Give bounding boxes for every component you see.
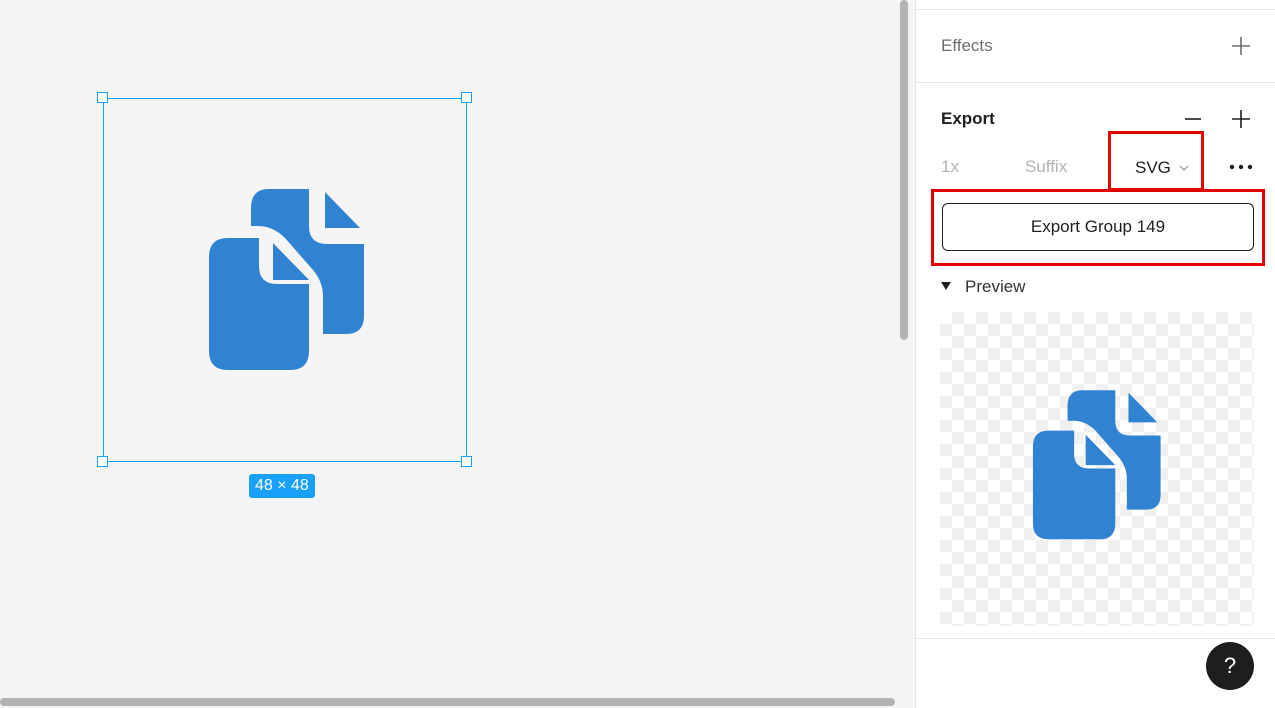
- help-button[interactable]: ?: [1206, 642, 1254, 690]
- effects-section-title: Effects: [941, 36, 993, 55]
- horizontal-scrollbar[interactable]: [0, 698, 895, 706]
- export-preview: [940, 312, 1254, 626]
- copy-document-icon: [1032, 390, 1161, 540]
- divider: [916, 82, 1275, 83]
- export-button[interactable]: Export Group 149: [942, 203, 1254, 251]
- preview-label: Preview: [965, 277, 1026, 296]
- plus-icon[interactable]: [1228, 33, 1254, 59]
- divider: [916, 638, 1275, 639]
- preview-toggle[interactable]: Preview: [941, 276, 1071, 298]
- format-dropdown[interactable]: SVG: [1108, 131, 1204, 191]
- design-canvas[interactable]: 48 × 48: [0, 0, 915, 708]
- more-horizontal-icon[interactable]: [1228, 158, 1254, 176]
- plus-icon[interactable]: [1228, 106, 1254, 132]
- export-section-title: Export: [941, 109, 995, 128]
- resize-handle-bottom-right[interactable]: [461, 456, 472, 467]
- chevron-down-icon: [1179, 165, 1189, 171]
- resize-handle-bottom-left[interactable]: [97, 456, 108, 467]
- vertical-scrollbar[interactable]: [900, 0, 908, 340]
- divider: [916, 9, 1275, 10]
- suffix-input[interactable]: Suffix: [1025, 157, 1067, 177]
- resize-handle-top-left[interactable]: [97, 92, 108, 103]
- properties-panel: Effects Export 1x Suffix SVG Export Grou…: [915, 0, 1275, 708]
- scale-input[interactable]: 1x: [941, 157, 959, 177]
- copy-document-icon[interactable]: [203, 186, 373, 376]
- format-value: SVG: [1135, 158, 1171, 177]
- size-badge: 48 × 48: [249, 474, 315, 498]
- export-button-highlight: Export Group 149: [931, 189, 1265, 266]
- resize-handle-top-right[interactable]: [461, 92, 472, 103]
- minus-icon[interactable]: [1180, 106, 1206, 132]
- triangle-down-icon: [941, 282, 951, 290]
